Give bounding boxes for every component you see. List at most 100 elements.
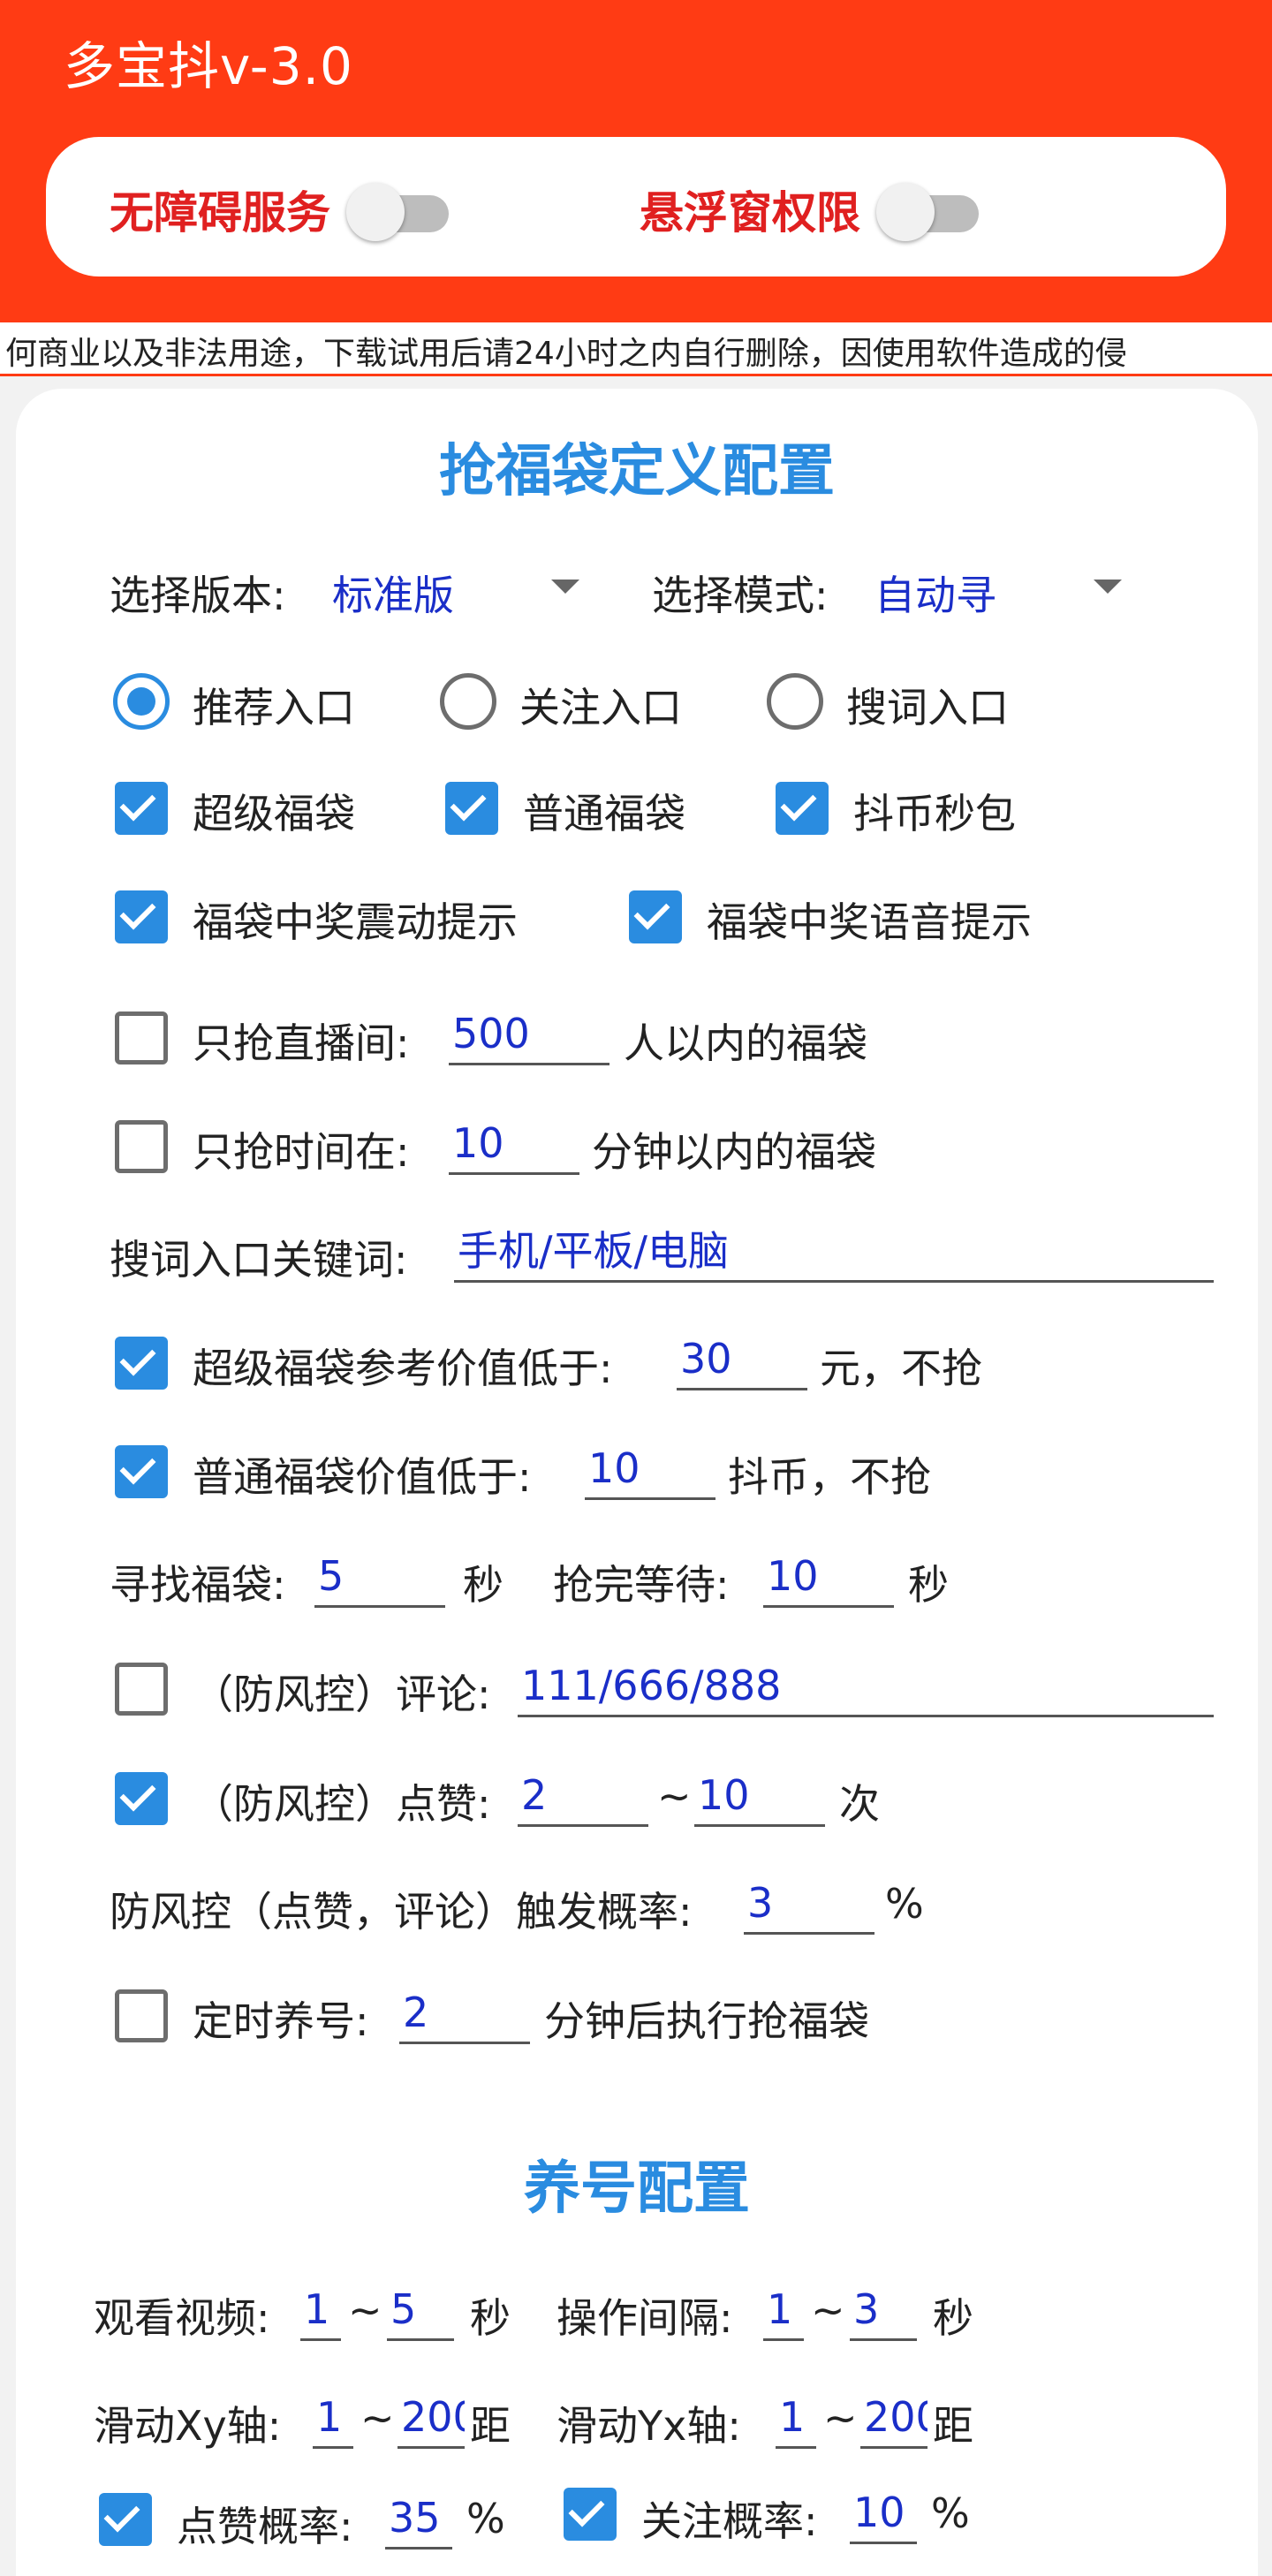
room-limit-suffix: 人以内的福袋 xyxy=(624,1019,867,1067)
config-card: 抢福袋定义配置 选择版本: 标准版 选择模式: 自动寻 推荐入口 关注入口 搜词… xyxy=(16,389,1258,2576)
wait-unit: 秒 xyxy=(908,1561,949,1609)
config-title: 抢福袋定义配置 xyxy=(439,439,835,504)
time-limit-label: 只抢时间在: xyxy=(193,1128,410,1176)
keyword-label: 搜词入口关键词: xyxy=(110,1236,408,1284)
time-limit-suffix: 分钟以内的福袋 xyxy=(592,1128,876,1176)
swipe-xy-min-input[interactable]: 1 xyxy=(313,2392,353,2449)
time-limit-input[interactable]: 10 xyxy=(449,1118,579,1175)
find-unit: 秒 xyxy=(463,1561,504,1609)
radio-label: 推荐入口 xyxy=(193,684,355,731)
tilde: ~ xyxy=(348,2286,382,2334)
watch-max-input[interactable]: 5 xyxy=(387,2284,454,2341)
swipe-xy-unit: 距 xyxy=(470,2402,511,2450)
normal-min-label: 普通福袋价值低于: xyxy=(193,1453,532,1501)
checkbox-super-bag[interactable] xyxy=(115,782,168,835)
checkbox-label: 普通福袋 xyxy=(523,790,685,837)
radio-entry-follow[interactable] xyxy=(440,673,496,730)
wait-label: 抢完等待: xyxy=(553,1561,730,1609)
like-prob-label: 点赞概率: xyxy=(177,2503,353,2550)
checkbox-win-voice[interactable] xyxy=(629,890,682,943)
wait-input[interactable]: 10 xyxy=(763,1551,894,1608)
tilde: ~ xyxy=(360,2394,395,2442)
checkbox-label: 福袋中奖语音提示 xyxy=(707,898,1032,946)
version-label: 选择版本: xyxy=(110,572,286,619)
find-label: 寻找福袋: xyxy=(110,1561,286,1609)
room-limit-input[interactable]: 500 xyxy=(449,1009,610,1065)
prob-unit: % xyxy=(885,1880,924,1928)
like-label: （防风控）点赞: xyxy=(193,1780,491,1828)
like-min-input[interactable]: 2 xyxy=(518,1770,648,1827)
swipe-yx-label: 滑动Yx轴: xyxy=(556,2402,741,2450)
checkbox-room-limit[interactable] xyxy=(115,1011,168,1064)
radio-label: 搜词入口 xyxy=(846,684,1009,731)
swipe-xy-max-input[interactable]: 200 xyxy=(398,2392,465,2449)
version-value: 标准版 xyxy=(332,572,454,619)
notice-marquee: 何商业以及非法用途，下载试用后请24小时之内自行删除，因使用软件造成的侵 xyxy=(0,322,1272,376)
mode-value: 自动寻 xyxy=(874,572,996,619)
checkbox-timer[interactable] xyxy=(115,1989,168,2042)
checkbox-normal-min[interactable] xyxy=(115,1445,168,1498)
tilde: ~ xyxy=(811,2286,845,2334)
checkbox-like[interactable] xyxy=(115,1772,168,1825)
checkbox-super-min[interactable] xyxy=(115,1337,168,1390)
checkbox-comment[interactable] xyxy=(115,1663,168,1716)
checkbox-like-prob[interactable] xyxy=(99,2493,152,2546)
comment-input[interactable]: 111/666/888 xyxy=(518,1661,1214,1717)
watch-unit: 秒 xyxy=(470,2294,511,2342)
overlay-toggle[interactable] xyxy=(876,183,984,241)
chevron-down-icon xyxy=(551,580,579,594)
swipe-yx-max-input[interactable]: 200 xyxy=(860,2392,928,2449)
find-input[interactable]: 5 xyxy=(314,1551,445,1608)
super-min-suffix: 元，不抢 xyxy=(820,1345,982,1392)
interval-label: 操作间隔: xyxy=(556,2294,733,2342)
watch-label: 观看视频: xyxy=(94,2294,270,2342)
checkbox-label: 超级福袋 xyxy=(193,790,355,837)
like-sep: ~ xyxy=(657,1772,692,1820)
watch-min-input[interactable]: 1 xyxy=(300,2284,341,2341)
accessibility-toggle[interactable] xyxy=(346,183,454,241)
prob-input[interactable]: 3 xyxy=(744,1878,874,1935)
timer-label: 定时养号: xyxy=(193,1997,369,2045)
comment-label: （防风控）评论: xyxy=(193,1671,491,1718)
normal-min-input[interactable]: 10 xyxy=(585,1443,716,1500)
checkbox-label: 抖币秒包 xyxy=(853,790,1016,837)
like-prob-input[interactable]: 35 xyxy=(385,2493,452,2549)
super-min-input[interactable]: 30 xyxy=(677,1334,807,1390)
super-min-label: 超级福袋参考价值低于: xyxy=(193,1345,613,1392)
app-title: 多宝抖v-3.0 xyxy=(64,36,353,96)
app-header: 多宝抖v-3.0 无障碍服务 悬浮窗权限 xyxy=(0,0,1272,322)
toggle-knob xyxy=(346,183,405,241)
normal-min-suffix: 抖币，不抢 xyxy=(728,1453,931,1501)
checkbox-win-vibrate[interactable] xyxy=(115,890,168,943)
like-unit: 次 xyxy=(839,1780,880,1828)
notice-text: 何商业以及非法用途，下载试用后请24小时之内自行删除，因使用软件造成的侵 xyxy=(5,336,1127,372)
toggle-knob xyxy=(876,183,935,241)
follow-prob-label: 关注概率: xyxy=(641,2497,818,2545)
like-max-input[interactable]: 10 xyxy=(694,1770,825,1827)
radio-entry-search[interactable] xyxy=(767,673,823,730)
room-limit-label: 只抢直播间: xyxy=(193,1019,410,1067)
permission-card: 无障碍服务 悬浮窗权限 xyxy=(46,137,1226,277)
interval-max-input[interactable]: 3 xyxy=(850,2284,917,2341)
checkbox-follow-prob[interactable] xyxy=(564,2488,617,2541)
interval-unit: 秒 xyxy=(933,2294,973,2342)
checkbox-label: 福袋中奖震动提示 xyxy=(193,898,518,946)
swipe-yx-min-input[interactable]: 1 xyxy=(776,2392,816,2449)
checkbox-coin-bag[interactable] xyxy=(776,782,829,835)
swipe-xy-label: 滑动Xy轴: xyxy=(94,2402,282,2450)
follow-prob-input[interactable]: 10 xyxy=(850,2488,917,2544)
swipe-yx-unit: 距 xyxy=(933,2402,973,2450)
timer-suffix: 分钟后执行抢福袋 xyxy=(544,1997,869,2045)
timer-input[interactable]: 2 xyxy=(399,1988,530,2044)
accessibility-label: 无障碍服务 xyxy=(110,187,330,239)
radio-entry-recommend[interactable] xyxy=(113,673,170,730)
keyword-input[interactable]: 手机/平板/电脑 xyxy=(454,1226,1214,1283)
nurture-title: 养号配置 xyxy=(524,2156,750,2222)
mode-label: 选择模式: xyxy=(652,572,829,619)
checkbox-time-limit[interactable] xyxy=(115,1120,168,1173)
like-prob-unit: % xyxy=(466,2495,505,2542)
chevron-down-icon xyxy=(1094,580,1122,594)
checkbox-normal-bag[interactable] xyxy=(445,782,498,835)
interval-min-input[interactable]: 1 xyxy=(763,2284,804,2341)
prob-label: 防风控（点赞，评论）触发概率: xyxy=(110,1888,693,1936)
